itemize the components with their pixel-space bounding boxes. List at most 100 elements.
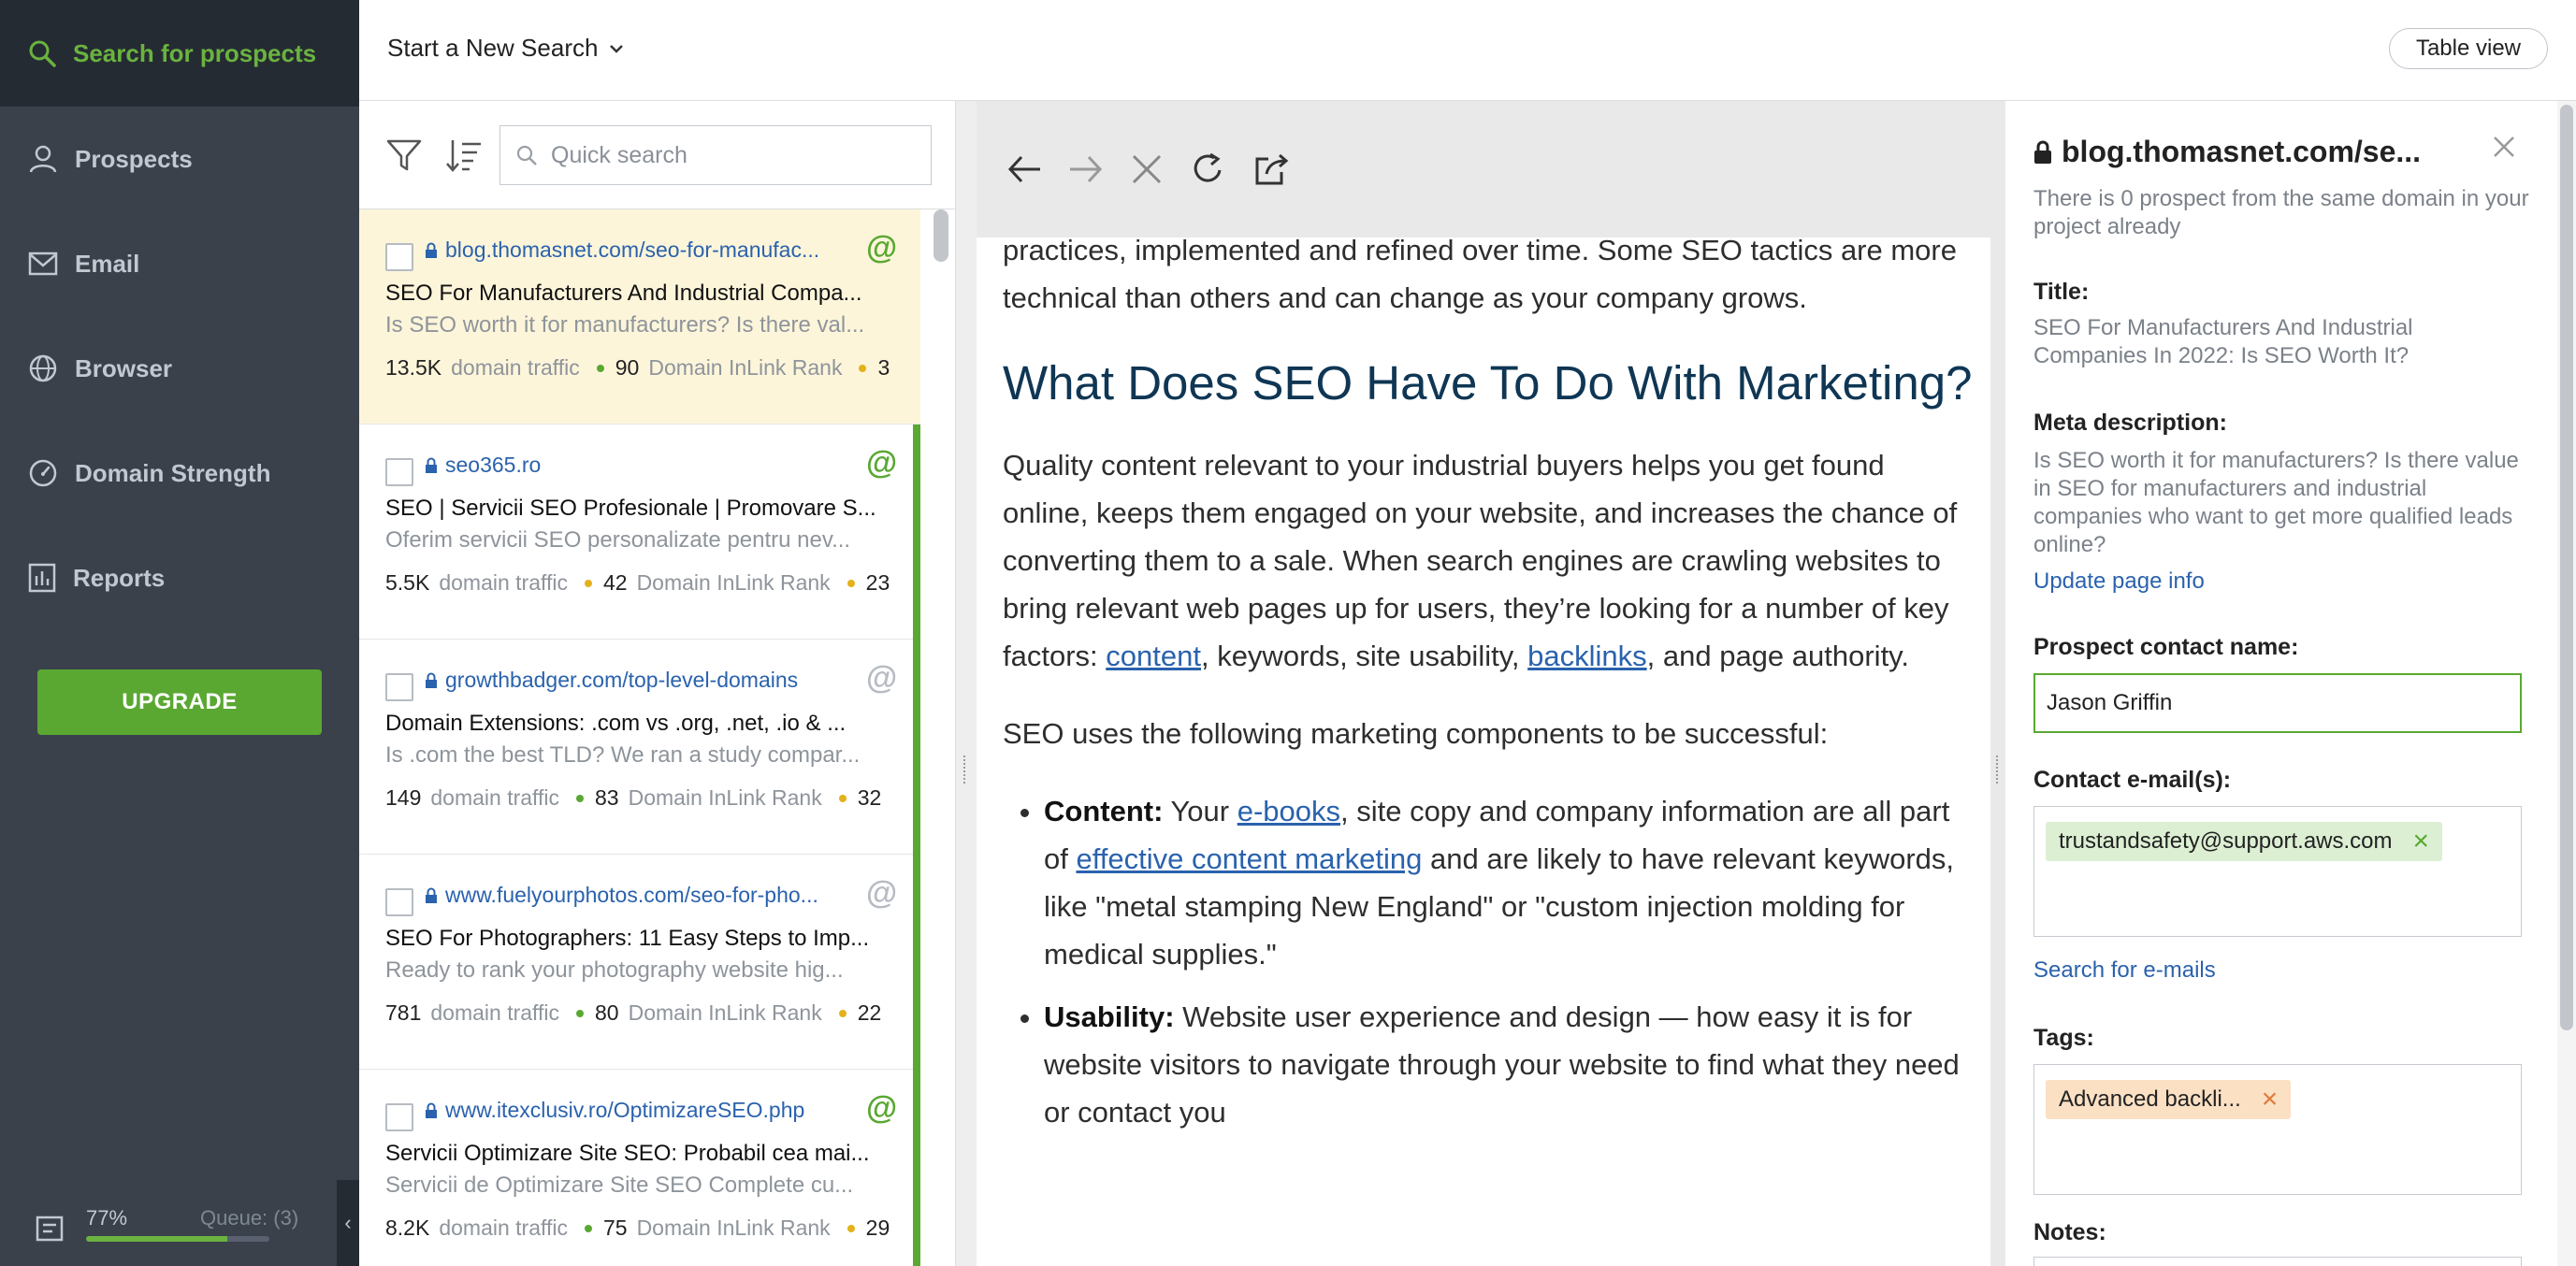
email-found-icon: @ xyxy=(866,445,898,481)
nav-item-domain-strength[interactable]: Domain Strength xyxy=(0,421,359,525)
prospect-description: Servicii de Optimizare Site SEO Complete… xyxy=(385,1172,854,1198)
notes-field[interactable] xyxy=(2033,1257,2522,1266)
email-found-icon: @ xyxy=(866,1090,898,1126)
progress-bar xyxy=(86,1236,269,1242)
task-log-icon[interactable] xyxy=(36,1216,64,1242)
details-scrollbar[interactable] xyxy=(2557,101,2576,1266)
extra-metric-value: 29 xyxy=(865,1216,890,1240)
domain-traffic-label: domain traffic xyxy=(451,355,580,380)
content-link[interactable]: content xyxy=(1106,640,1201,672)
new-search-dropdown[interactable]: Start a New Search xyxy=(387,34,624,63)
lock-icon xyxy=(426,1102,437,1118)
table-view-button[interactable]: Table view xyxy=(2388,28,2548,69)
article-paragraph: practices, implemented and refined over … xyxy=(1003,237,1957,314)
back-arrow-icon[interactable] xyxy=(1006,153,1042,185)
details-scrollbar-thumb[interactable] xyxy=(2560,105,2573,1030)
tags-field[interactable]: Advanced backli... × xyxy=(2033,1064,2522,1195)
prospect-checkbox[interactable] xyxy=(385,1103,413,1131)
inlink-rank-value: 90 xyxy=(615,355,640,380)
prospect-row[interactable]: www.fuelyourphotos.com/seo-for-pho... @ … xyxy=(359,855,920,1070)
extra-metric-dot xyxy=(838,794,847,802)
text-segment: , and page authority. xyxy=(1646,640,1909,672)
reload-icon[interactable] xyxy=(1190,151,1227,187)
remove-email-icon[interactable]: × xyxy=(2413,827,2430,856)
remove-tag-icon[interactable]: × xyxy=(2262,1086,2279,1114)
lock-icon xyxy=(426,242,437,258)
ebooks-link[interactable]: e-books xyxy=(1237,795,1340,827)
tags-label: Tags: xyxy=(2033,1025,2094,1051)
text-segment: , keywords, site usability, xyxy=(1200,640,1528,672)
prospect-url-row: seo365.ro xyxy=(425,453,855,478)
prospect-url-row: www.fuelyourphotos.com/seo-for-pho... xyxy=(425,883,855,908)
content-marketing-link[interactable]: effective content marketing xyxy=(1076,842,1422,875)
list-scrollbar[interactable] xyxy=(933,209,948,262)
browser-page-view[interactable]: practices, implemented and refined over … xyxy=(973,237,1992,1266)
list-toolbar xyxy=(359,101,955,209)
quick-search-box[interactable] xyxy=(499,125,932,185)
prospect-url[interactable]: blog.thomasnet.com/seo-for-manufac... xyxy=(445,237,819,263)
search-for-emails-link[interactable]: Search for e-mails xyxy=(2033,957,2216,984)
prospect-title: Domain Extensions: .com vs .org, .net, .… xyxy=(385,711,847,736)
left-nav-sidebar: Search for prospects Prospects Email Bro… xyxy=(0,0,359,1266)
collapse-sidebar-button[interactable]: ‹ xyxy=(337,1180,359,1266)
nav-item-label: Email xyxy=(75,249,140,278)
prospect-row[interactable]: www.itexclusiv.ro/OptimizareSEO.php @ Se… xyxy=(359,1070,920,1266)
open-external-icon[interactable] xyxy=(1253,151,1291,187)
prospect-row[interactable]: growthbadger.com/top-level-domains @ Dom… xyxy=(359,640,920,855)
prospect-checkbox[interactable] xyxy=(385,458,413,486)
lock-icon xyxy=(426,887,437,903)
prospect-title: SEO For Photographers: 11 Easy Steps to … xyxy=(385,926,870,951)
splitter-grip xyxy=(963,755,967,784)
extra-metric-value: 32 xyxy=(857,785,882,810)
inlink-rank-value: 80 xyxy=(595,1000,619,1025)
nav-item-reports[interactable]: Reports xyxy=(0,525,359,630)
prospect-url[interactable]: www.fuelyourphotos.com/seo-for-pho... xyxy=(445,883,818,908)
nav-item-browser[interactable]: Browser xyxy=(0,316,359,421)
list-panel-splitter[interactable] xyxy=(956,101,977,1266)
prospect-status-bar xyxy=(913,855,920,1070)
lock-icon xyxy=(426,672,437,688)
nav-item-email[interactable]: Email xyxy=(0,211,359,316)
lock-icon xyxy=(2034,140,2051,164)
stop-icon[interactable] xyxy=(1130,152,1164,186)
details-domain-text: blog.thomasnet.com/se... xyxy=(2062,135,2422,168)
inlink-rank-dot xyxy=(584,1224,592,1232)
prospect-url[interactable]: www.itexclusiv.ro/OptimizareSEO.php xyxy=(445,1098,804,1123)
email-found-icon: @ xyxy=(866,230,898,266)
update-page-info-link[interactable]: Update page info xyxy=(2033,568,2205,595)
sort-icon[interactable] xyxy=(443,137,483,174)
nav-item-prospects[interactable]: Prospects xyxy=(0,107,359,211)
upgrade-button[interactable]: UPGRADE xyxy=(37,669,322,735)
globe-icon xyxy=(29,354,57,382)
backlinks-link[interactable]: backlinks xyxy=(1527,640,1647,672)
prospect-checkbox[interactable] xyxy=(385,243,413,271)
list-item-bold: Content: xyxy=(1044,795,1164,827)
prospect-row[interactable]: seo365.ro @ SEO | Servicii SEO Profesion… xyxy=(359,424,920,640)
prospect-status-bar xyxy=(913,1070,920,1266)
domain-traffic-value: 781 xyxy=(385,1000,422,1025)
domain-traffic-label: domain traffic xyxy=(430,785,560,810)
article-content: practices, implemented and refined over … xyxy=(1003,237,1975,1151)
prospect-url[interactable]: seo365.ro xyxy=(445,453,541,478)
splitter-grip xyxy=(1996,755,2000,784)
browser-toolbar xyxy=(956,101,2005,237)
domain-traffic-value: 149 xyxy=(385,785,422,810)
list-item-bold: Usability: xyxy=(1044,1000,1175,1033)
nav-item-label: Reports xyxy=(73,563,166,592)
quick-search-input[interactable] xyxy=(551,141,906,169)
contact-name-input[interactable] xyxy=(2033,673,2522,733)
contact-emails-field[interactable]: trustandsafety@support.aws.com × xyxy=(2033,806,2522,937)
close-icon[interactable] xyxy=(2492,135,2516,159)
prospect-row[interactable]: blog.thomasnet.com/seo-for-manufac... @ … xyxy=(359,209,920,424)
article-paragraph: SEO uses the following marketing compone… xyxy=(1003,717,1829,750)
prospect-url[interactable]: growthbadger.com/top-level-domains xyxy=(445,668,798,693)
prospect-checkbox[interactable] xyxy=(385,673,413,701)
browser-panel-splitter[interactable] xyxy=(1990,101,2005,1266)
nav-search-for-prospects[interactable]: Search for prospects xyxy=(0,0,359,107)
inlink-rank-dot xyxy=(596,364,604,372)
prospect-checkbox[interactable] xyxy=(385,888,413,916)
forward-arrow-icon[interactable] xyxy=(1068,153,1104,185)
prospect-details-panel: blog.thomasnet.com/se... There is 0 pros… xyxy=(2005,101,2557,1266)
article-heading: What Does SEO Have To Do With Marketing? xyxy=(1003,356,1973,410)
filter-icon[interactable] xyxy=(385,137,423,174)
